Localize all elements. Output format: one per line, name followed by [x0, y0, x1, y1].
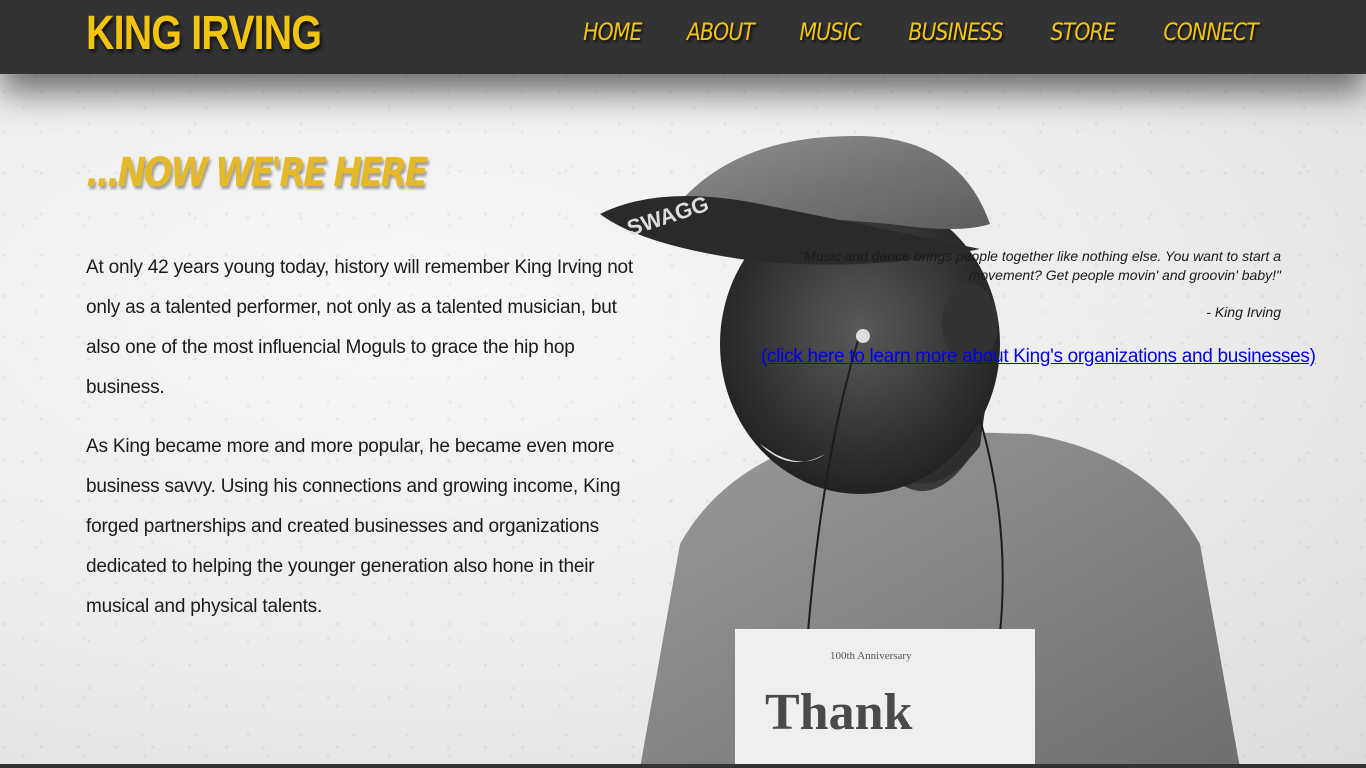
performer-photo: SWAGG 100th Anniversary Thank	[600, 135, 1240, 768]
bottom-border	[0, 764, 1366, 768]
section-heading: ...NOW WE'RE HERE	[86, 150, 428, 196]
story-paragraph-1: At only 42 years young today, history wi…	[86, 257, 634, 398]
nav-home[interactable]: HOME	[583, 18, 642, 46]
nav-about[interactable]: ABOUT	[687, 18, 755, 46]
site-logo-title[interactable]: KING IRVING	[86, 6, 322, 61]
quote-text: "Music and dance brings people together …	[799, 248, 1281, 283]
quote-author: - King Irving	[1206, 304, 1281, 320]
shirt-print-text: Thank	[765, 684, 913, 741]
story-paragraph-2: As King became more and more popular, he…	[86, 436, 621, 617]
nav-connect[interactable]: CONNECT	[1163, 18, 1258, 46]
nav-music[interactable]: MUSIC	[799, 18, 861, 46]
business-info-link[interactable]: (click here to learn more about King's o…	[761, 346, 1316, 368]
nav-store[interactable]: STORE	[1051, 18, 1116, 46]
quote-block: "Music and dance brings people together …	[761, 247, 1316, 368]
story-copy: At only 42 years young today, history wi…	[86, 248, 638, 646]
shirt-badge-text: 100th Anniversary	[830, 650, 912, 662]
main-nav: HOME ABOUT MUSIC BUSINESS STORE CONNECT	[578, 18, 1266, 46]
site-header: KING IRVING HOME ABOUT MUSIC BUSINESS ST…	[0, 0, 1366, 74]
nav-business[interactable]: BUSINESS	[908, 18, 1003, 46]
page: KING IRVING HOME ABOUT MUSIC BUSINESS ST…	[0, 0, 1366, 768]
